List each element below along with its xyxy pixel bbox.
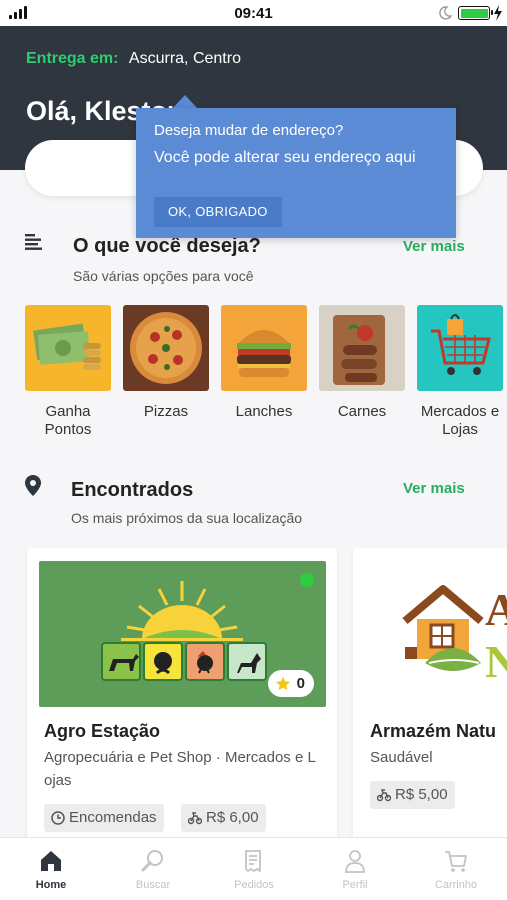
money-icon	[25, 305, 111, 391]
tooltip-body: Você pode alterar seu endereço aqui	[154, 149, 416, 166]
store-logo: 0	[39, 561, 326, 707]
category-item-snacks[interactable]: Lanches	[221, 305, 307, 421]
tooltip-ok-button[interactable]: OK, OBRIGADO	[154, 197, 282, 227]
nav-item-search[interactable]: Buscar	[113, 848, 193, 891]
store-card[interactable]: A N Armazém Natu Saudável R$ 5,00	[353, 548, 507, 838]
category-label: Lanches	[235, 403, 293, 420]
order-tag-label: Encomendas	[69, 809, 157, 826]
bottom-nav: Home Buscar Pedidos Perfil Carrinho	[0, 837, 507, 900]
stores-subtitle: Os mais próximos da sua localização	[71, 510, 303, 526]
search-icon	[141, 850, 163, 872]
stores-title: Encontrados	[71, 479, 194, 501]
categories-see-more-link[interactable]: Ver mais	[403, 238, 465, 255]
nav-label: Carrinho	[434, 879, 478, 891]
store-name: Agro Estação	[44, 721, 161, 741]
receipt-icon	[245, 850, 261, 873]
meat-icon	[319, 305, 405, 391]
category-label: Carnes	[337, 403, 387, 420]
delivery-location[interactable]: Entrega em: Ascurra, Centro	[26, 50, 241, 68]
cart-icon	[417, 305, 503, 391]
home-icon	[41, 851, 61, 871]
svg-text:N: N	[485, 636, 507, 687]
category-item-meats[interactable]: Carnes	[319, 305, 405, 421]
order-tag: Encomendas	[44, 804, 164, 832]
svg-text:A: A	[485, 584, 507, 635]
store-name: Armazém Natu	[370, 721, 497, 741]
delivery-fee-tag: R$ 5,00	[370, 781, 455, 809]
rating-badge: 0	[267, 670, 314, 697]
cart-icon	[445, 851, 467, 872]
category-item-pizzas[interactable]: Pizzas	[123, 305, 209, 421]
motorbike-icon	[188, 812, 202, 825]
nav-label: Perfil	[342, 879, 368, 891]
category-item-points[interactable]: Ganha Pontos	[25, 305, 111, 439]
burger-icon	[221, 305, 307, 391]
rating-value: 0	[296, 675, 305, 692]
category-label: Mercados e Lojas	[420, 403, 500, 438]
nav-item-home[interactable]: Home	[11, 848, 91, 891]
nav-item-profile[interactable]: Perfil	[315, 848, 395, 891]
moon-icon	[439, 6, 453, 20]
store-logo: A N	[365, 561, 507, 707]
charging-icon	[494, 5, 502, 21]
address-tooltip: Deseja mudar de endereço? Você pode alte…	[136, 108, 456, 238]
store-card[interactable]: 0 Agro Estação Agropecuária e Pet Shop ·…	[27, 548, 337, 838]
clock-icon	[51, 811, 65, 825]
status-time: 09:41	[234, 5, 273, 22]
battery-icon	[458, 6, 493, 20]
category-item-markets[interactable]: Mercados e Lojas	[417, 305, 503, 439]
user-icon	[345, 850, 365, 873]
tooltip-title: Deseja mudar de endereço?	[154, 122, 344, 139]
nav-item-cart[interactable]: Carrinho	[416, 848, 496, 891]
star-icon	[275, 676, 290, 690]
status-bar: 09:41	[0, 0, 507, 26]
delivery-fee: R$ 6,00	[206, 809, 259, 826]
pizza-icon	[123, 305, 209, 391]
nav-item-orders[interactable]: Pedidos	[214, 848, 294, 891]
category-list: Ganha Pontos Pizzas Lanches Carnes Merca…	[25, 305, 507, 445]
store-category: Agropecuária e Pet Shop · Mercados e Loj…	[44, 749, 316, 789]
categories-title: O que você deseja?	[73, 235, 261, 257]
store-category: Saudável	[370, 749, 433, 766]
category-label: Pizzas	[143, 403, 189, 420]
menu-icon[interactable]	[25, 234, 43, 250]
motorbike-icon	[377, 789, 391, 802]
categories-subtitle: São várias opções para você	[73, 268, 254, 284]
delivery-address[interactable]: Ascurra, Centro	[129, 50, 241, 67]
category-label: Ganha Pontos	[44, 403, 92, 438]
stores-see-more-link[interactable]: Ver mais	[403, 480, 465, 497]
delivery-fee: R$ 5,00	[395, 786, 448, 803]
nav-label: Home	[35, 879, 67, 891]
tooltip-arrow	[172, 95, 198, 109]
delivery-fee-tag: R$ 6,00	[181, 804, 266, 832]
location-pin-icon	[25, 475, 41, 496]
nav-label: Pedidos	[234, 879, 274, 891]
store-list: 0 Agro Estação Agropecuária e Pet Shop ·…	[0, 548, 507, 838]
nav-label: Buscar	[135, 879, 171, 891]
delivery-label: Entrega em:	[26, 50, 119, 67]
open-status-dot	[300, 573, 314, 587]
